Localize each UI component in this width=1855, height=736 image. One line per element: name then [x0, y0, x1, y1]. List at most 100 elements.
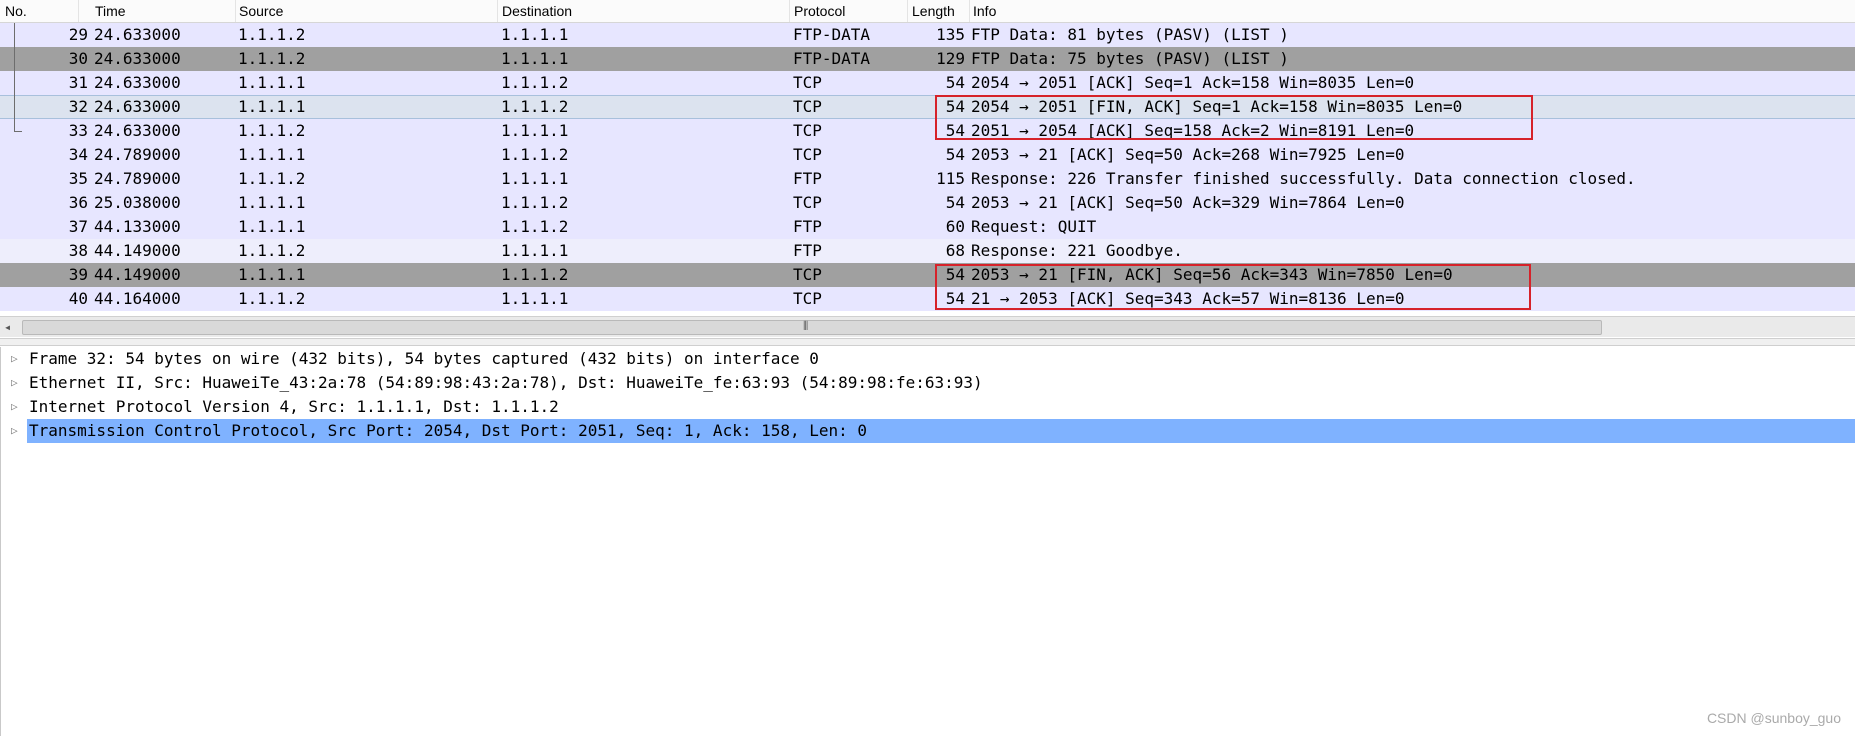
packet-destination: 1.1.1.1 [501, 25, 569, 44]
conversation-bracket-end [14, 131, 22, 132]
packet-time: 44.149000 [94, 265, 181, 284]
packet-no: 32 [68, 97, 88, 116]
packet-protocol: FTP [793, 241, 822, 260]
packet-row[interactable]: 34 24.789000 1.1.1.1 1.1.1.2 TCP 54 2053… [0, 143, 1855, 167]
packet-source: 1.1.1.2 [238, 25, 306, 44]
packet-source: 1.1.1.2 [238, 241, 306, 260]
packet-info: Response: 221 Goodbye. [971, 241, 1183, 260]
packet-protocol: FTP-DATA [793, 25, 871, 44]
column-header-destination[interactable]: Destination [502, 3, 572, 19]
packet-protocol: TCP [793, 289, 822, 308]
packet-length: 129 [936, 49, 965, 68]
packet-protocol: FTP [793, 217, 822, 236]
detail-row-tcp-selected[interactable]: ▷ Transmission Control Protocol, Src Por… [1, 419, 1855, 443]
packet-length: 135 [936, 25, 965, 44]
column-header-time[interactable]: Time [95, 3, 126, 19]
packet-row[interactable]: 30 24.633000 1.1.1.2 1.1.1.1 FTP-DATA 12… [0, 47, 1855, 71]
packet-row[interactable]: 29 24.633000 1.1.1.2 1.1.1.1 FTP-DATA 13… [0, 23, 1855, 47]
packet-destination: 1.1.1.1 [501, 169, 569, 188]
column-separator[interactable] [789, 0, 790, 22]
packet-source: 1.1.1.2 [238, 121, 306, 140]
packet-info: FTP Data: 81 bytes (PASV) (LIST ) [971, 25, 1289, 44]
packet-time: 24.789000 [94, 169, 181, 188]
horizontal-scrollbar[interactable]: ◂ ⦀ [0, 316, 1855, 337]
column-header-source[interactable]: Source [239, 3, 283, 19]
detail-row-ipv4[interactable]: ▷ Internet Protocol Version 4, Src: 1.1.… [1, 395, 1855, 419]
packet-source: 1.1.1.1 [238, 193, 306, 212]
packet-time: 44.149000 [94, 241, 181, 260]
column-separator[interactable] [497, 0, 498, 22]
packet-time: 24.633000 [94, 121, 181, 140]
packet-destination: 1.1.1.1 [501, 289, 569, 308]
packet-length: 68 [945, 241, 965, 260]
watermark: CSDN @sunboy_guo [1706, 710, 1841, 726]
packet-info: 2053 → 21 [ACK] Seq=50 Ack=329 Win=7864 … [971, 193, 1405, 212]
packet-time: 24.633000 [94, 73, 181, 92]
highlight-box-fin-ack-1 [935, 95, 1533, 140]
detail-text: Frame 32: 54 bytes on wire (432 bits), 5… [29, 349, 819, 368]
scrollbar-thumb[interactable]: ⦀ [22, 319, 1602, 335]
packet-no: 31 [68, 73, 88, 92]
packet-time: 24.633000 [94, 25, 181, 44]
column-separator[interactable] [969, 0, 970, 22]
packet-length: 54 [945, 73, 965, 92]
column-separator[interactable] [907, 0, 908, 22]
column-separator[interactable] [235, 0, 236, 22]
packet-row[interactable]: 37 44.133000 1.1.1.1 1.1.1.2 FTP 60 Requ… [0, 215, 1855, 239]
packet-row[interactable]: 40 44.164000 1.1.1.2 1.1.1.1 TCP 54 21 →… [0, 287, 1855, 311]
packet-destination: 1.1.1.1 [501, 49, 569, 68]
packet-destination: 1.1.1.1 [501, 121, 569, 140]
packet-protocol: TCP [793, 73, 822, 92]
packet-row[interactable]: 38 44.149000 1.1.1.2 1.1.1.1 FTP 68 Resp… [0, 239, 1855, 263]
packet-info: Response: 226 Transfer finished successf… [971, 169, 1636, 188]
packet-destination: 1.1.1.2 [501, 97, 569, 116]
column-separator[interactable] [78, 0, 79, 22]
packet-no: 37 [68, 217, 88, 236]
packet-info: Request: QUIT [971, 217, 1097, 236]
column-header-info[interactable]: Info [973, 3, 996, 19]
column-header-protocol[interactable]: Protocol [794, 3, 845, 19]
packet-row[interactable]: 31 24.633000 1.1.1.1 1.1.1.2 TCP 54 2054… [0, 71, 1855, 95]
detail-text: Transmission Control Protocol, Src Port:… [27, 419, 1855, 443]
packet-destination: 1.1.1.1 [501, 241, 569, 260]
scroll-left-arrow-icon[interactable]: ◂ [4, 320, 11, 334]
packet-destination: 1.1.1.2 [501, 145, 569, 164]
packet-source: 1.1.1.1 [238, 73, 306, 92]
expand-triangle-icon[interactable]: ▷ [11, 371, 18, 395]
packet-source: 1.1.1.2 [238, 49, 306, 68]
packet-row[interactable]: 39 44.149000 1.1.1.1 1.1.1.2 TCP 54 2053… [0, 263, 1855, 287]
packet-info: 2053 → 21 [ACK] Seq=50 Ack=268 Win=7925 … [971, 145, 1405, 164]
column-header-length[interactable]: Length [912, 3, 955, 19]
packet-no: 35 [68, 169, 88, 188]
packet-no: 36 [68, 193, 88, 212]
packet-protocol: TCP [793, 193, 822, 212]
detail-row-ethernet[interactable]: ▷ Ethernet II, Src: HuaweiTe_43:2a:78 (5… [1, 371, 1855, 395]
expand-triangle-icon[interactable]: ▷ [11, 347, 18, 371]
packet-info: FTP Data: 75 bytes (PASV) (LIST ) [971, 49, 1289, 68]
pane-splitter[interactable] [0, 338, 1855, 346]
packet-row[interactable]: 33 24.633000 1.1.1.2 1.1.1.1 TCP 54 2051… [0, 119, 1855, 143]
packet-source: 1.1.1.1 [238, 265, 306, 284]
packet-length: 115 [936, 169, 965, 188]
packet-source: 1.1.1.1 [238, 217, 306, 236]
packet-protocol: TCP [793, 265, 822, 284]
column-header-no[interactable]: No. [5, 3, 27, 19]
packet-destination: 1.1.1.2 [501, 73, 569, 92]
expand-triangle-icon[interactable]: ▷ [11, 419, 18, 443]
conversation-bracket-line [14, 23, 15, 131]
packet-row[interactable]: 36 25.038000 1.1.1.1 1.1.1.2 TCP 54 2053… [0, 191, 1855, 215]
detail-text: Ethernet II, Src: HuaweiTe_43:2a:78 (54:… [29, 373, 983, 392]
packet-time: 44.164000 [94, 289, 181, 308]
packet-source: 1.1.1.1 [238, 145, 306, 164]
packet-row-selected[interactable]: 32 24.633000 1.1.1.1 1.1.1.2 TCP 54 2054… [0, 95, 1855, 119]
expand-triangle-icon[interactable]: ▷ [11, 395, 18, 419]
packet-source: 1.1.1.2 [238, 289, 306, 308]
packet-row[interactable]: 35 24.789000 1.1.1.2 1.1.1.1 FTP 115 Res… [0, 167, 1855, 191]
packet-protocol: TCP [793, 145, 822, 164]
detail-row-frame[interactable]: ▷ Frame 32: 54 bytes on wire (432 bits),… [1, 347, 1855, 371]
packet-no: 39 [68, 265, 88, 284]
packet-protocol: TCP [793, 97, 822, 116]
packet-destination: 1.1.1.2 [501, 193, 569, 212]
packet-no: 29 [68, 25, 88, 44]
packet-no: 40 [68, 289, 88, 308]
